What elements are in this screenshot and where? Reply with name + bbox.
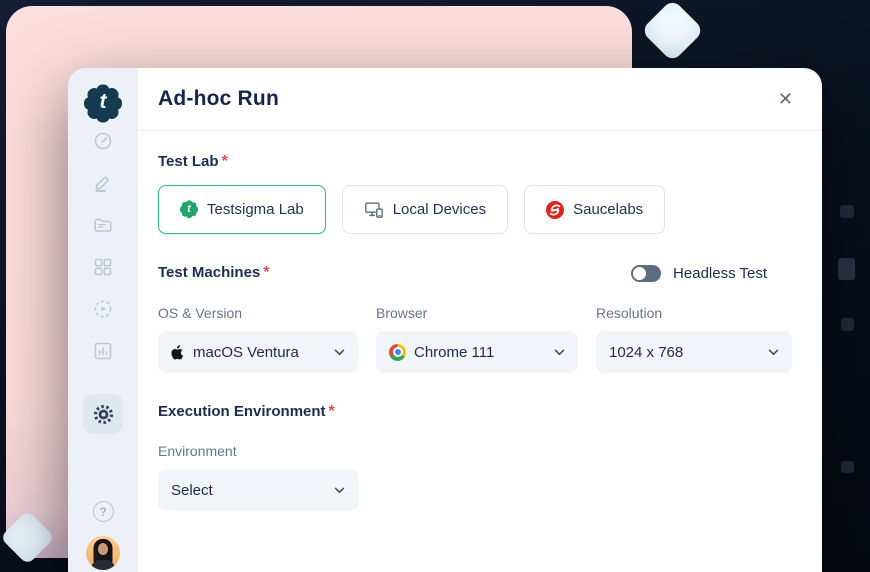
environment-group: Environment Select	[158, 442, 790, 511]
execution-environment-section: Execution Environment * Environment Selec…	[158, 402, 790, 511]
help-button[interactable]: ?	[92, 501, 114, 522]
test-lab-label: Test Lab	[158, 153, 219, 170]
help-icon: ?	[92, 501, 114, 522]
gear-icon	[93, 404, 113, 424]
execution-environment-label-row: Execution Environment *	[158, 402, 790, 422]
environment-label: Environment	[158, 443, 237, 459]
adhoc-run-dialog: t ? Ad-hoc Run ✕ Test Lab * t Testsigma …	[68, 68, 822, 572]
toggle-knob	[633, 266, 647, 280]
required-marker: *	[328, 403, 335, 420]
os-version-group: OS & Version macOS Ventura	[158, 304, 358, 373]
headless-test-group: Headless Test	[631, 264, 767, 282]
headless-test-label: Headless Test	[673, 264, 767, 282]
close-button[interactable]: ✕	[776, 88, 795, 110]
sidebar-item-elements[interactable]	[92, 256, 114, 278]
bar-chart-icon	[94, 342, 112, 360]
user-avatar[interactable]	[86, 536, 120, 570]
browser-label: Browser	[376, 305, 428, 321]
environment-select[interactable]: Select	[158, 469, 358, 511]
resolution-select[interactable]: 1024 x 768	[596, 331, 792, 373]
sidebar-item-test-development[interactable]	[92, 214, 114, 236]
logo-letter: t	[99, 90, 107, 113]
sidebar-item-settings[interactable]	[83, 394, 123, 434]
apple-icon	[171, 344, 184, 360]
saucelabs-icon	[546, 200, 565, 219]
background-app-icon	[840, 205, 854, 218]
folder-icon	[94, 218, 112, 232]
test-machines-label: Test Machines	[158, 264, 261, 281]
sidebar-item-dashboard[interactable]	[92, 130, 114, 152]
test-lab-option-label: Testsigma Lab	[207, 201, 304, 218]
test-machines-row: Test Machines * Headless Test	[158, 263, 790, 283]
test-lab-label-row: Test Lab *	[158, 152, 790, 172]
required-marker: *	[221, 153, 228, 170]
os-version-label: OS & Version	[158, 305, 243, 321]
gauge-icon	[94, 132, 112, 150]
sparkle-diamond-top-icon	[640, 0, 705, 63]
avatar-face	[98, 543, 108, 555]
sidebar-item-reports[interactable]	[92, 340, 114, 362]
resolution-value: 1024 x 768	[609, 343, 684, 361]
test-lab-options: t Testsigma Lab Local Devices Saucelabs	[158, 185, 790, 234]
test-lab-option-label: Local Devices	[392, 201, 487, 218]
resolution-group: Resolution 1024 x 768	[596, 304, 792, 373]
sidebar-item-create-tests[interactable]	[92, 172, 114, 194]
testsigma-gear-icon: t	[180, 200, 198, 219]
testsigma-gear-letter: t	[187, 203, 191, 215]
execution-environment-label: Execution Environment	[158, 403, 326, 420]
background-app-icon	[841, 318, 854, 331]
browser-select[interactable]: Chrome 111	[376, 331, 578, 373]
headless-test-toggle[interactable]	[631, 264, 662, 282]
dialog-title: Ad-hoc Run	[158, 87, 279, 110]
resolution-label: Resolution	[596, 305, 663, 321]
test-lab-option-local-devices[interactable]: Local Devices	[341, 185, 509, 234]
test-lab-option-saucelabs[interactable]: Saucelabs	[524, 185, 666, 234]
dialog-header: Ad-hoc Run ✕	[138, 68, 822, 131]
background-app-icon	[838, 258, 855, 280]
adhoc-run-form: Test Lab * t Testsigma Lab Local Devices…	[138, 131, 822, 521]
pencil-icon	[95, 176, 110, 192]
test-lab-option-label: Saucelabs	[573, 201, 644, 218]
required-marker: *	[263, 264, 270, 281]
chevron-down-icon	[768, 349, 779, 355]
chrome-icon	[389, 343, 406, 361]
os-version-value: macOS Ventura	[193, 343, 299, 361]
devices-icon	[364, 202, 383, 218]
os-version-select[interactable]: macOS Ventura	[158, 331, 358, 373]
chevron-down-icon	[554, 349, 565, 355]
machine-selects-row: OS & Version macOS Ventura Browser Chrom…	[158, 304, 792, 373]
sidebar-nav	[83, 130, 123, 434]
test-lab-option-testsigma[interactable]: t Testsigma Lab	[158, 185, 326, 234]
test-machines-label-row: Test Machines *	[158, 263, 270, 283]
sidebar-item-test-runs[interactable]	[92, 298, 114, 320]
avatar-suit	[91, 560, 115, 570]
environment-value: Select	[171, 481, 213, 499]
testsigma-logo-icon: t	[84, 84, 122, 122]
browser-group: Browser Chrome 111	[376, 304, 578, 373]
browser-value: Chrome 111	[414, 343, 495, 361]
play-circle-icon	[94, 300, 112, 318]
grid-icon	[94, 258, 112, 276]
chevron-down-icon	[334, 349, 345, 355]
background-app-icon	[841, 461, 854, 473]
dialog-content: Ad-hoc Run ✕ Test Lab* t Testsigma Lab	[138, 68, 822, 572]
sidebar: t ?	[68, 68, 138, 572]
chevron-down-icon	[334, 487, 345, 493]
